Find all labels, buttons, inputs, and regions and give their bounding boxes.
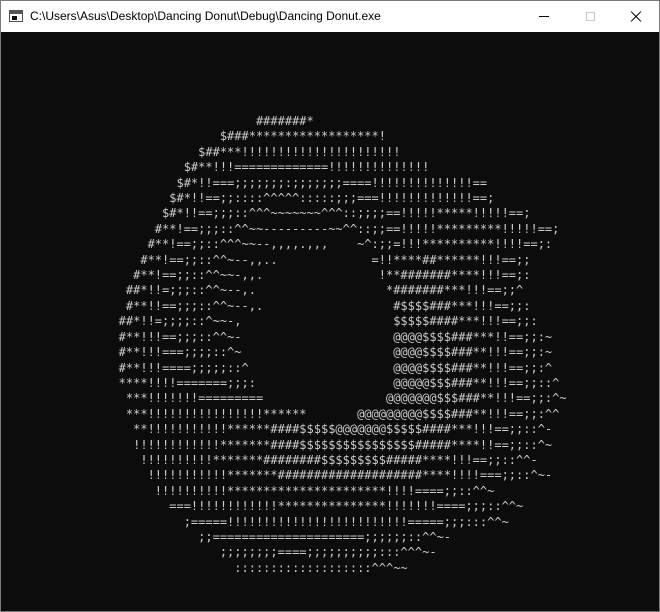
- console-line: #**!!==;;;::^^~--,. #$$$$###***!!!==;;:: [97, 298, 531, 313]
- console-line: #**!==;;::^^~--,,.. =!!****##******!!!==…: [97, 252, 531, 267]
- console-line: ;;;;;;;;====;;;;;;;;;;:::^^^~-: [97, 545, 437, 560]
- console-line: **!!!!!!!!!!!******####$$$$$@@@@@@@$$$$$…: [97, 422, 553, 437]
- console-line: ***!!!!!!!!!!!!!!!!****** @@@@@@@@@$$$$#…: [97, 406, 560, 421]
- console-line: $#*!!===;;;;;;;:;;;;;;;====!!!!!!!!!!!!!…: [97, 175, 488, 190]
- console-line: !!!!!!!!!!!!*******####$$$$$$$$$$$$$$$$#…: [97, 437, 553, 452]
- console-line: $#*!!==;;::::^^^^^:::::;;;===!!!!!!!!!!!…: [97, 191, 495, 206]
- console-line: ##*!!=;;;::^^~--,. *#######***!!!==;;^: [97, 283, 524, 298]
- console-line: $#*!!==;;;::^^^~~~~~~~^^^::;;;;==!!!!!**…: [97, 206, 531, 221]
- console-window: C:\Users\Asus\Desktop\Dancing Donut\Debu…: [0, 0, 660, 612]
- console-line: $###******************!: [97, 129, 386, 144]
- console-output-area[interactable]: #######* $###******************! $##***!…: [1, 32, 659, 611]
- console-line: ##*!!=;;;;::^~~-, $$$$$####***!!!==;;:: [97, 314, 538, 329]
- console-line: $#**!!!=============!!!!!!!!!!!!!!: [97, 160, 430, 175]
- title-bar[interactable]: C:\Users\Asus\Desktop\Dancing Donut\Debu…: [1, 1, 659, 32]
- minimize-button[interactable]: [521, 1, 567, 32]
- console-line: ***!!!!!!!========= @@@@@@@$$$###**!!!==…: [97, 391, 567, 406]
- console-line: #######*: [97, 114, 314, 128]
- console-line: #**!!!====;;;;;::^ @@@@$$$$###**!!!==;;:…: [97, 360, 553, 375]
- console-line: $##***!!!!!!!!!!!!!!!!!!!!!!: [97, 144, 401, 159]
- minimize-icon: [539, 16, 549, 17]
- close-button[interactable]: [613, 1, 659, 32]
- console-line: ;;=====================;;;;;;::^^~-: [97, 529, 452, 544]
- console-line: ;=====!!!!!!!!!!!!!!!!!!!!!!!!!=====;;;:…: [97, 514, 509, 529]
- ascii-donut: #######* $###******************! $##***!…: [97, 114, 567, 576]
- console-line: !!!!!!!!!!**********************!!!!====…: [97, 483, 495, 498]
- console-line: #**!!!==;;;::^^~- @@@@$$$$###***!!==;;:~: [97, 329, 553, 344]
- maximize-icon: [585, 12, 595, 21]
- console-line: !!!!!!!!!!*******########$$$$$$$$$#####*…: [97, 452, 538, 467]
- maximize-button[interactable]: [567, 1, 613, 32]
- window-title: C:\Users\Asus\Desktop\Dancing Donut\Debu…: [30, 9, 381, 23]
- console-line: :::::::::::::::::::^^^~~: [97, 560, 408, 575]
- console-app-icon[interactable]: [9, 10, 23, 22]
- console-line: ===!!!!!!!!!!!!***************!!!!!!!===…: [97, 499, 524, 514]
- console-line: #**!==;;::^^~~-,,. !**#######****!!!==;:: [97, 268, 531, 283]
- console-line: #**!==;;;::^^~~---------~~^^::;;==!!!!!*…: [97, 221, 560, 236]
- console-line: #**!!!===;;;;::^~ @@@@$$$$###**!!!==;;:~: [97, 345, 553, 360]
- console-line: #**!==;;::^^^~~--,,,,.,,, ~^:;;=!!!*****…: [97, 237, 553, 252]
- console-line: !!!!!!!!!!!*******####################**…: [97, 468, 553, 483]
- console-line: ****!!!!=======;;;: @@@@@$$$###**!!!==;;…: [97, 375, 560, 390]
- close-icon: [630, 11, 642, 23]
